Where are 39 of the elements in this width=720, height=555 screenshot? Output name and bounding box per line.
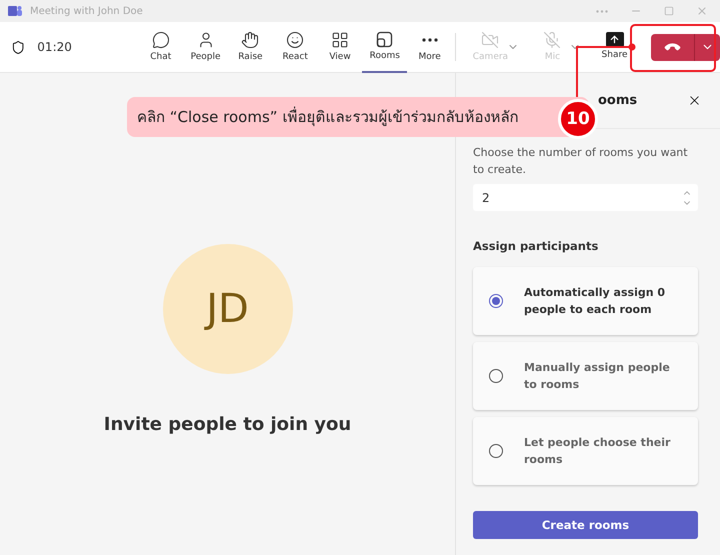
section-heading: Assign participants	[473, 239, 600, 253]
option-label: Manually assign people to rooms	[524, 360, 671, 393]
share-icon	[606, 32, 624, 47]
toolbar-button[interactable]: Chat	[138, 22, 184, 72]
avatar: JD	[162, 244, 292, 374]
chat-icon	[152, 30, 170, 48]
room-count-prompt: Choose the number of rooms you want to create.	[473, 145, 689, 178]
toolbar-button[interactable]: People	[183, 22, 228, 72]
more-icon[interactable]	[422, 38, 438, 42]
mic-off-icon	[543, 30, 562, 48]
assign-option[interactable]: Manually assign people to rooms	[473, 342, 698, 410]
room-count-field[interactable]: 2	[473, 184, 698, 211]
assign-option[interactable]: Let people choose their rooms	[473, 417, 698, 485]
hand-icon	[241, 30, 260, 48]
radio-button[interactable]	[489, 294, 503, 308]
assign-option[interactable]: Automatically assign 0 people to each room	[473, 267, 698, 335]
shield-icon	[11, 40, 26, 54]
option-label: Automatically assign 0 people to each room	[524, 285, 666, 318]
radio-button[interactable]	[489, 444, 503, 458]
leave-call-button[interactable]	[650, 34, 694, 60]
camera-off-icon	[481, 30, 500, 48]
invite-message: Invite people to join you	[104, 414, 352, 434]
rooms-icon	[376, 31, 394, 48]
callout-text: คลิก “Close rooms” เพื่อยุติและรวมผู้เข้าร่วมกลับห้องหลัก	[137, 106, 518, 128]
toolbar-button[interactable]: View	[318, 22, 362, 72]
toolbar-button[interactable]: Raise	[228, 22, 273, 72]
grid-icon	[331, 30, 350, 48]
toolbar-button[interactable]: More	[407, 22, 452, 72]
step-badge: 10	[558, 99, 598, 139]
toolbar-button[interactable]: React	[272, 22, 318, 72]
toolbar-button[interactable]: Rooms	[362, 22, 408, 72]
create-rooms-button[interactable]: Create rooms	[473, 511, 698, 539]
smile-icon	[286, 30, 304, 48]
option-label: Let people choose their rooms	[524, 435, 672, 468]
radio-button[interactable]	[489, 369, 503, 383]
app-logo-icon	[8, 5, 22, 17]
panel-title: ooms	[598, 93, 638, 108]
meeting-timer: 01:20	[37, 40, 73, 54]
window-title: Meeting with John Doe	[30, 6, 144, 16]
